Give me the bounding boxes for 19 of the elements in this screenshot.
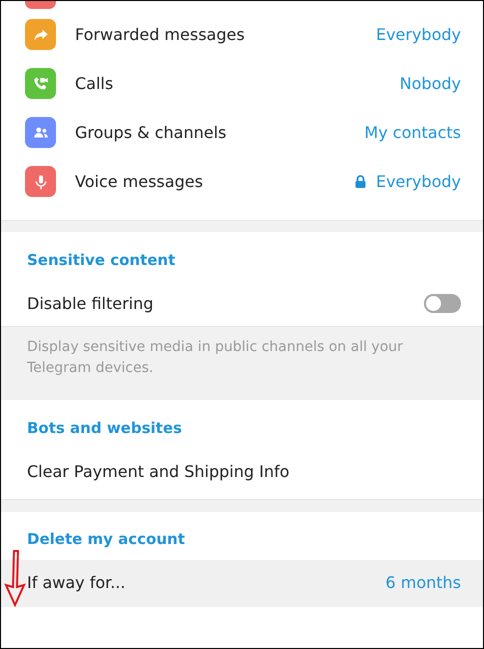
- privacy-value-link[interactable]: My contacts: [364, 120, 461, 144]
- clear-payment-button[interactable]: Clear Payment and Shipping Info: [1, 449, 483, 495]
- setting-label: Voice messages: [75, 170, 203, 192]
- microphone-icon: [32, 172, 48, 190]
- toggle-switch[interactable]: [424, 294, 461, 313]
- section-header: Bots and websites: [26, 418, 183, 438]
- privacy-value-link[interactable]: Everybody: [376, 22, 461, 46]
- privacy-value-link[interactable]: Everybody: [376, 170, 461, 194]
- video-call-icon: [32, 74, 50, 92]
- setting-label: Calls: [75, 72, 114, 94]
- privacy-value-link[interactable]: Nobody: [400, 72, 461, 96]
- away-period-row[interactable]: If away for... 6 months: [1, 560, 483, 606]
- section-header: Delete my account: [26, 529, 186, 550]
- setting-label: Groups & channels: [75, 122, 226, 144]
- setting-label: Disable filtering: [27, 292, 154, 314]
- arrow-annotation: [4, 549, 26, 607]
- section-header: Sensitive content: [26, 250, 176, 271]
- setting-label: Forwarded messages: [75, 24, 245, 46]
- description-text: Display sensitive media in public channels on all your Telegram devices.: [27, 338, 404, 378]
